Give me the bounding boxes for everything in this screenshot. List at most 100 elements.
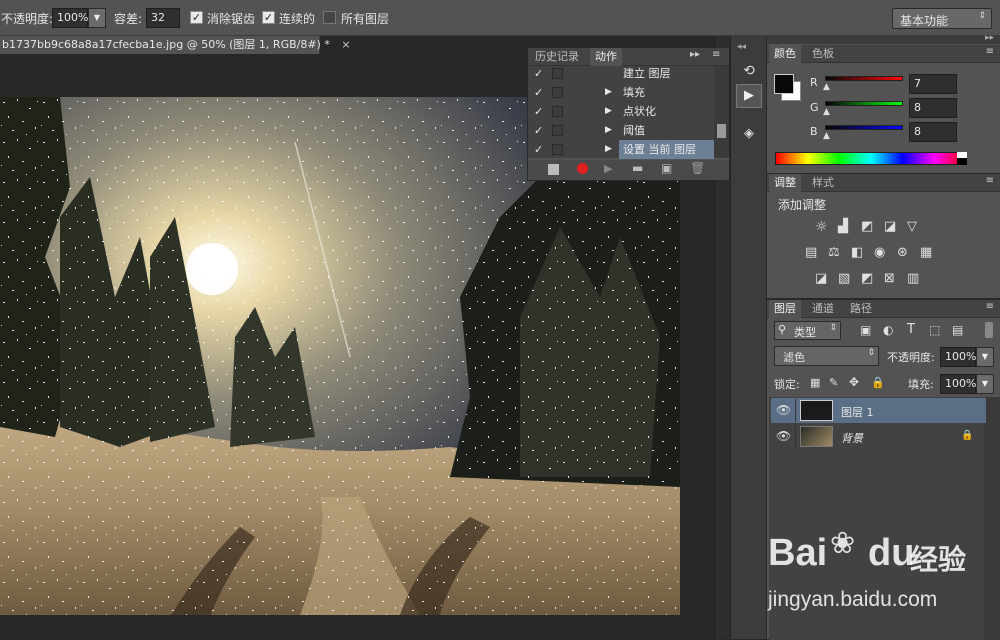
filter-shape-icon[interactable]: ⬚ (929, 323, 940, 337)
contiguous-checkbox[interactable]: ✓ (262, 11, 275, 24)
filter-smartobject-icon[interactable]: ▤ (952, 323, 963, 337)
layer-name[interactable]: 背景 (841, 430, 863, 446)
exposure-icon[interactable]: ◪ (884, 219, 896, 234)
curves-icon[interactable]: ◩ (861, 219, 873, 234)
dialog-toggle[interactable] (552, 144, 563, 155)
check-icon[interactable]: ✓ (534, 140, 543, 159)
layer-row[interactable]: 👁 背景 🔒 (771, 424, 986, 449)
layer-row-selected[interactable]: 👁 图层 1 (771, 398, 986, 423)
layer-opacity-field[interactable]: 100% (940, 347, 976, 367)
check-icon[interactable]: ✓ (534, 83, 543, 102)
layers-scrollbar[interactable] (984, 397, 1000, 640)
panel-menu-icon[interactable]: ≡ (986, 175, 994, 186)
record-icon[interactable] (577, 163, 588, 174)
stop-icon[interactable] (548, 164, 559, 175)
action-row[interactable]: ✓ ▶ 填充 (528, 83, 714, 102)
check-icon[interactable]: ✓ (534, 102, 543, 121)
layer-opacity-dropdown-button[interactable]: ▼ (976, 347, 994, 367)
filter-type-icon[interactable]: T (907, 322, 915, 337)
layer-thumbnail[interactable] (800, 426, 833, 447)
actions-scrollbar[interactable] (714, 66, 729, 158)
expand-triangle-icon[interactable]: ▶ (605, 102, 612, 121)
collapse-arrows-icon[interactable]: ◂◂ (737, 42, 746, 52)
filter-pixel-icon[interactable]: ▣ (860, 323, 871, 337)
dialog-toggle[interactable] (552, 87, 563, 98)
color-balance-icon[interactable]: ⚖ (828, 245, 840, 260)
expand-triangle-icon[interactable]: ▶ (605, 140, 612, 159)
filter-toggle-switch[interactable] (985, 322, 993, 338)
workspace-switcher[interactable]: 基本功能 ⇕ (892, 8, 992, 29)
panel-menu-icon[interactable]: ≡ (986, 46, 994, 57)
fill-dropdown-button[interactable]: ▼ (976, 374, 994, 394)
blue-value-field[interactable]: 8 (909, 122, 957, 142)
opacity-dropdown-button[interactable]: ▼ (88, 8, 106, 28)
scroll-thumb[interactable] (717, 124, 726, 138)
panel-menu-icon[interactable]: ≡ (712, 49, 720, 60)
spectrum-black-swatch[interactable] (957, 158, 967, 165)
expand-triangle-icon[interactable]: ▶ (605, 83, 612, 102)
vibrance-icon[interactable]: ▽ (907, 219, 917, 234)
green-slider-handle[interactable]: ▲ (823, 107, 830, 117)
new-action-icon[interactable]: ▣ (661, 161, 672, 175)
tab-styles[interactable]: 样式 (807, 174, 839, 192)
color-spectrum-bar[interactable] (775, 152, 967, 165)
color-lookup-icon[interactable]: ▦ (920, 245, 932, 260)
gradient-map-icon[interactable]: ⊠ (884, 271, 895, 286)
opacity-field[interactable]: 100% (52, 8, 88, 28)
blend-mode-dropdown[interactable]: 滤色 ⇕ (774, 346, 879, 366)
action-row[interactable]: ✓ ▶ 设置 当前 图层 (528, 140, 714, 159)
blue-slider-track[interactable] (825, 125, 903, 130)
threshold-icon[interactable]: ◩ (861, 271, 873, 286)
tolerance-field[interactable]: 32 (146, 8, 180, 28)
tab-layers[interactable]: 图层 (769, 300, 801, 318)
foreground-color-swatch[interactable] (774, 74, 794, 94)
trash-icon[interactable]: 🗑 (690, 161, 705, 175)
red-value-field[interactable]: 7 (909, 74, 957, 94)
document-tab-close-button[interactable]: × (341, 38, 350, 51)
tab-adjustments[interactable]: 调整 (769, 174, 801, 192)
levels-icon[interactable]: ▟ (838, 219, 848, 234)
filter-adjustment-icon[interactable]: ◐ (883, 323, 893, 337)
action-row[interactable]: ✓ 建立 图层 (528, 64, 714, 83)
invert-icon[interactable]: ◪ (815, 271, 827, 286)
action-row[interactable]: ✓ ▶ 阈值 (528, 121, 714, 140)
eye-visibility-icon[interactable]: 👁 (776, 429, 791, 443)
expand-triangle-icon[interactable]: ▶ (605, 121, 612, 140)
dialog-toggle[interactable] (552, 106, 563, 117)
cube-3d-icon[interactable]: ◈ (736, 122, 762, 146)
lock-position-icon[interactable]: ✥ (849, 375, 859, 389)
black-white-icon[interactable]: ◧ (851, 245, 863, 260)
selective-color-icon[interactable]: ▥ (907, 271, 919, 286)
lock-brush-icon[interactable]: ✎ (829, 376, 838, 389)
green-value-field[interactable]: 8 (909, 98, 957, 118)
dialog-toggle[interactable] (552, 125, 563, 136)
all-layers-checkbox[interactable] (323, 11, 336, 24)
expand-arrows-icon[interactable]: ▸▸ (985, 33, 994, 43)
posterize-icon[interactable]: ▧ (838, 271, 850, 286)
red-slider-track[interactable] (825, 76, 903, 81)
layer-filter-dropdown[interactable]: ⚲ 类型 ⇕ (774, 321, 841, 340)
folder-icon[interactable]: ▬ (632, 161, 643, 175)
layer-name[interactable]: 图层 1 (841, 404, 874, 420)
photo-filter-icon[interactable]: ◉ (874, 245, 885, 260)
actions-panel-icon[interactable]: ▶ (736, 84, 762, 108)
green-slider-track[interactable] (825, 101, 903, 106)
lock-transparent-icon[interactable]: ▦ (810, 376, 820, 389)
collapse-arrows-icon[interactable]: ▸▸ (690, 49, 700, 60)
layer-thumbnail[interactable] (800, 400, 833, 421)
brightness-icon[interactable]: ☼ (815, 219, 828, 235)
check-icon[interactable]: ✓ (534, 121, 543, 140)
check-icon[interactable]: ✓ (534, 64, 543, 83)
channel-mixer-icon[interactable]: ⊛ (897, 245, 908, 260)
tab-swatches[interactable]: 色板 (807, 45, 839, 63)
hue-saturation-icon[interactable]: ▤ (805, 245, 817, 260)
tab-paths[interactable]: 路径 (845, 300, 877, 318)
red-slider-handle[interactable]: ▲ (823, 82, 830, 92)
panel-menu-icon[interactable]: ≡ (986, 301, 994, 312)
tab-color[interactable]: 颜色 (769, 45, 801, 63)
blue-slider-handle[interactable]: ▲ (823, 131, 830, 141)
history-panel-icon[interactable]: ⟲ (736, 59, 762, 83)
document-tab[interactable]: b1737bb9c68a8a17cfecba1e.jpg @ 50% (图层 1… (0, 36, 351, 54)
lock-all-icon[interactable]: 🔒 (871, 376, 885, 389)
tab-channels[interactable]: 通道 (807, 300, 839, 318)
